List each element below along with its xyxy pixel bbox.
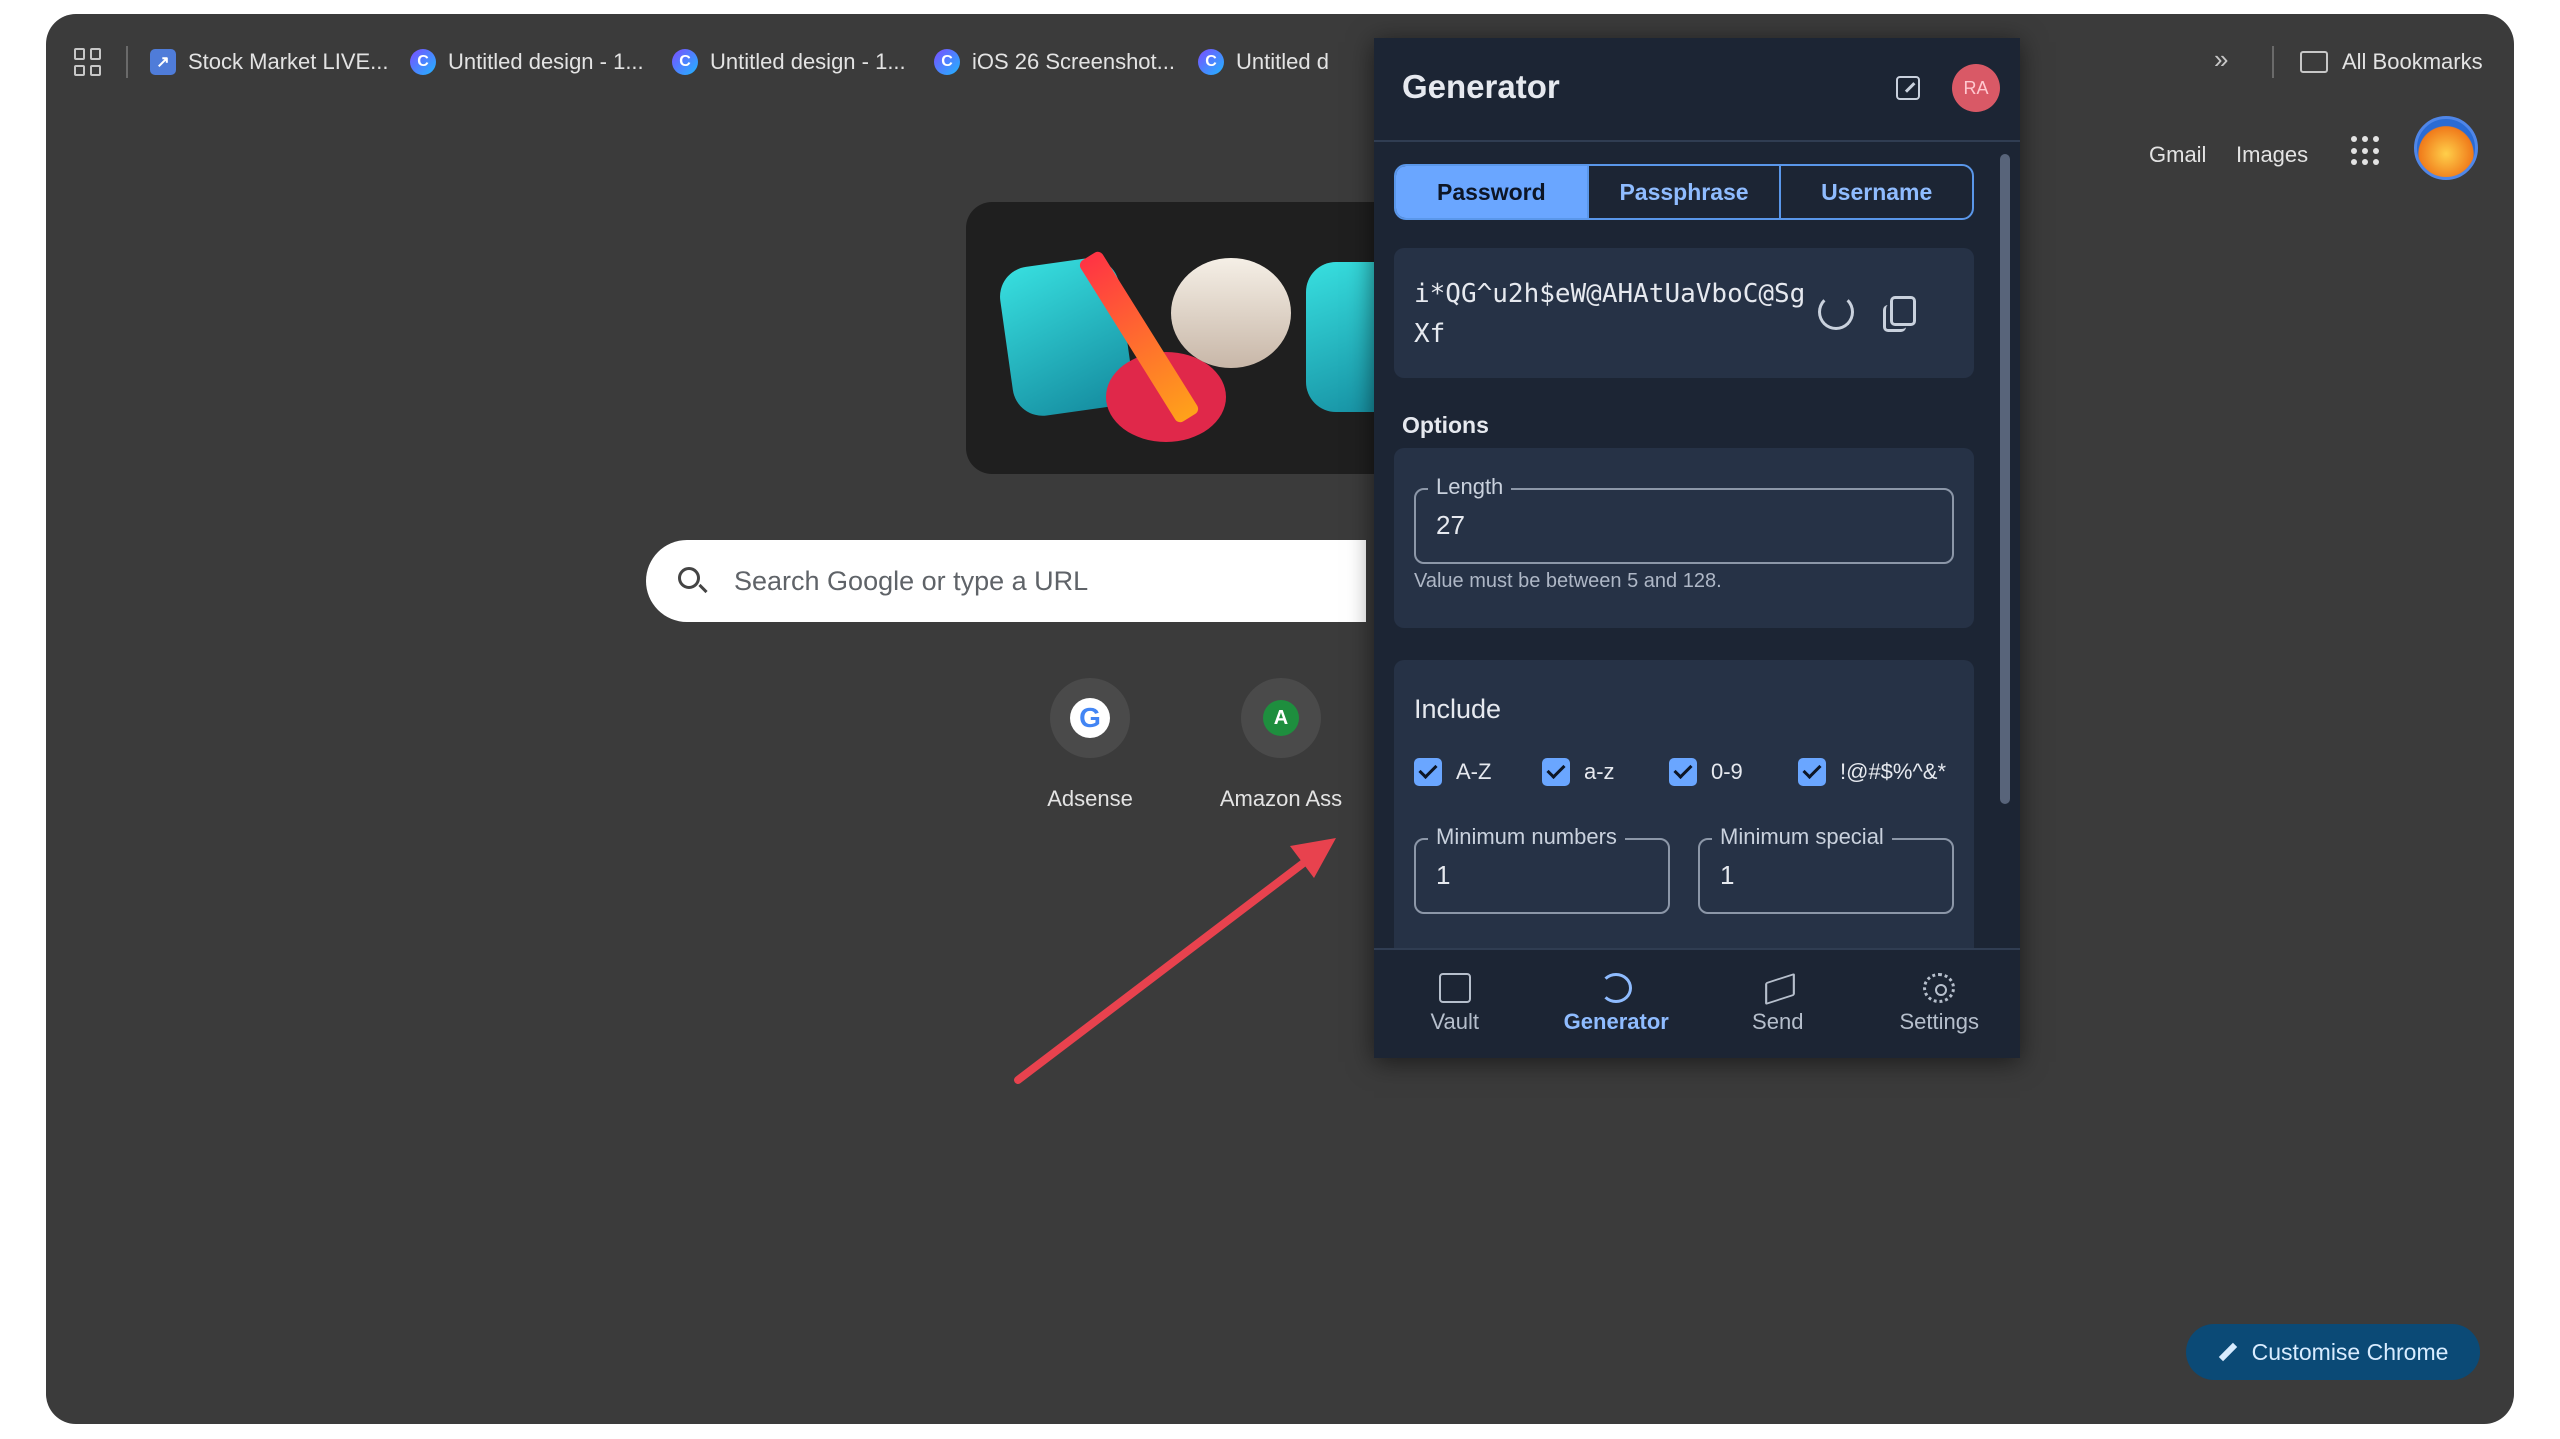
annotation-arrow bbox=[1014, 838, 1336, 1084]
